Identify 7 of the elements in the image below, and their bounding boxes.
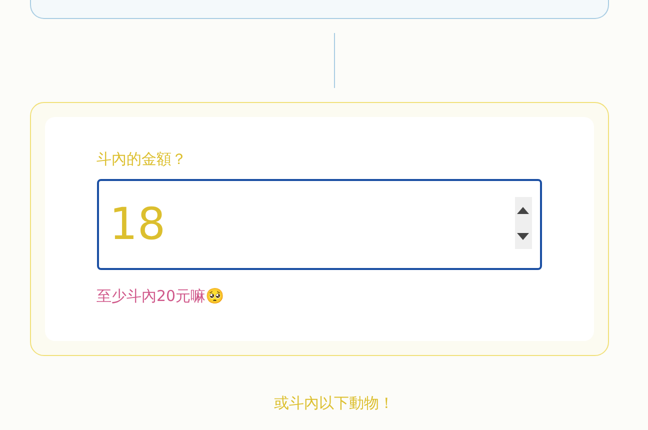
spinner-control[interactable] <box>514 197 532 249</box>
down-arrow-icon[interactable] <box>517 232 529 240</box>
footer-text: 或斗內以下動物！ <box>274 393 394 414</box>
up-arrow-icon[interactable] <box>517 206 529 214</box>
field-label: 斗內的金額？ <box>96 149 188 169</box>
amount-input[interactable]: 18 <box>96 179 542 270</box>
error-message: 至少斗內20元嘛🥺 <box>96 286 226 306</box>
